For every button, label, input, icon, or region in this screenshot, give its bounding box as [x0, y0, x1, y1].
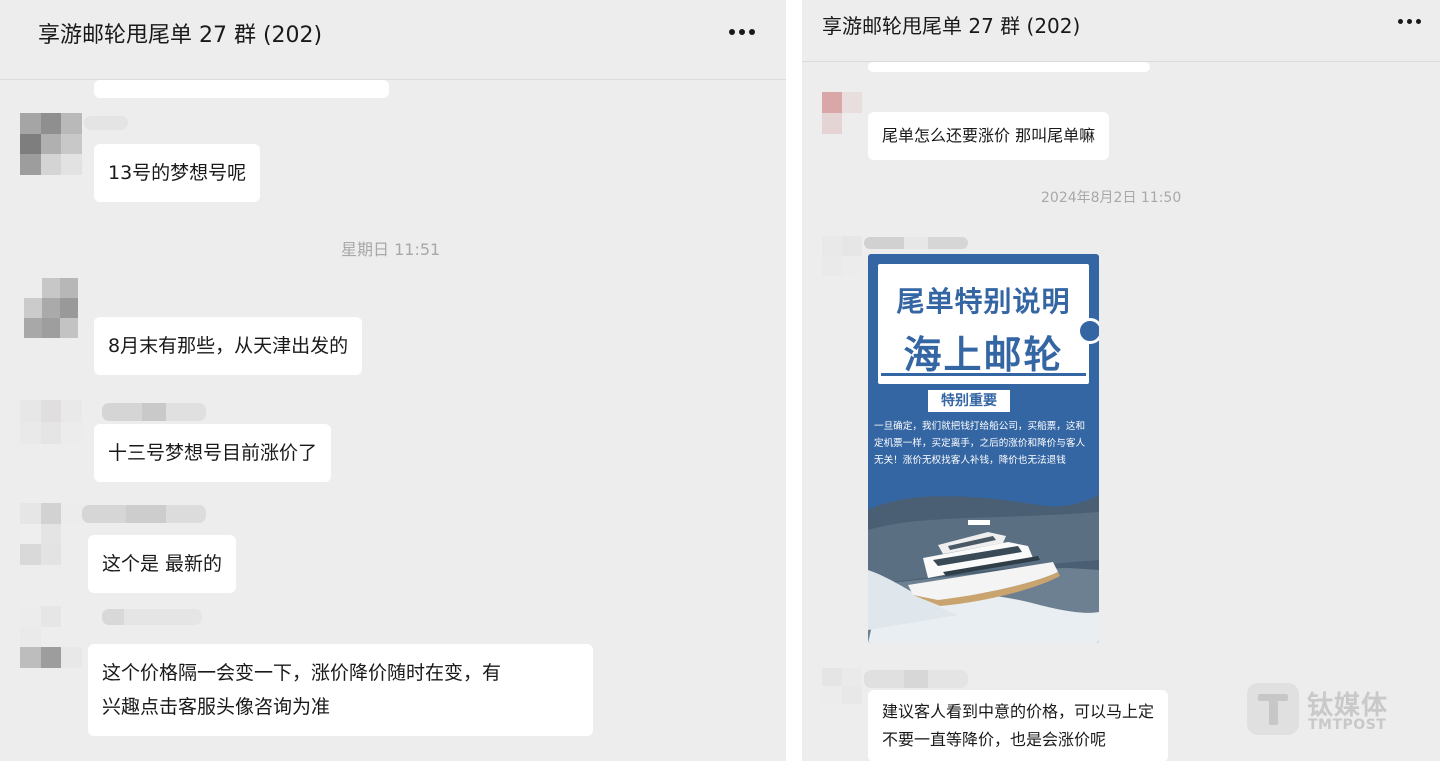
sender-name [82, 505, 206, 523]
poster-decoration-dot [1077, 318, 1099, 344]
more-options-icon[interactable] [729, 29, 755, 35]
avatar [20, 503, 82, 565]
poster-title-line1: 尾单特别说明 [896, 285, 1071, 318]
avatar [20, 400, 82, 444]
avatar [20, 113, 82, 175]
message-bubble: 建议客人看到中意的价格，可以马上定 不要一直等降价，也是会涨价呢 [868, 690, 1169, 761]
message-text: 十三号梦想号目前涨价了 [108, 442, 318, 464]
watermark-name-en: TMTPOST [1308, 717, 1387, 733]
poster-badge: 特别重要 [928, 390, 1010, 412]
message-text: 这个是 最新的 [102, 553, 223, 575]
message-bubble: 这个是 最新的 [88, 535, 237, 593]
chat-title: 享游邮轮甩尾单 27 群 (202) [38, 23, 323, 48]
poster-title-line2: 海上邮轮 [903, 333, 1064, 377]
message-text-line: 兴趣点击客服头像咨询为准 [102, 696, 331, 718]
more-options-icon[interactable] [1398, 19, 1421, 24]
message-text: 尾单怎么还要涨价 那叫尾单嘛 [882, 126, 1096, 145]
avatar [822, 668, 862, 704]
avatar [24, 278, 78, 338]
chat-timestamp: 星期日 11:51 [341, 240, 441, 259]
message-text-line: 不要一直等降价，也是会涨价呢 [882, 730, 1107, 749]
tmtpost-watermark: 钛媒体 TMTPOST [1247, 683, 1407, 735]
right-chat-screenshot: 享游邮轮甩尾单 27 群 (202) 尾单怎么还要涨价 那叫尾单嘛 2024年8… [802, 0, 1440, 761]
message-bubble: 尾单怎么还要涨价 那叫尾单嘛 [868, 112, 1110, 160]
yacht-image [868, 490, 1099, 643]
avatar [20, 606, 82, 668]
message-bubble: 这个价格隔一会变一下，涨价降价随时在变，有 兴趣点击客服头像咨询为准 [88, 644, 593, 736]
sender-name [864, 237, 968, 249]
message-text: 8月末有那些，从天津出发的 [108, 335, 349, 357]
sender-name [102, 403, 206, 421]
chat-header: 享游邮轮甩尾单 27 群 (202) [802, 0, 1440, 62]
message-bubble: 13号的梦想号呢 [94, 144, 261, 202]
poster-divider [881, 373, 1086, 376]
chat-timestamp: 2024年8月2日 11:50 [1041, 190, 1182, 206]
tmtpost-logo-icon [1247, 683, 1299, 735]
message-bubble: 十三号梦想号目前涨价了 [94, 424, 332, 482]
message-bubble: 8月末有那些，从天津出发的 [94, 317, 363, 375]
left-chat-screenshot: 享游邮轮甩尾单 27 群 (202) 13号的梦想号呢 星期日 11:51 8月… [0, 0, 786, 761]
poster-body-text: 一旦确定，我们就把钱打给船公司，买船票，这和定机票一样，买定离手，之后的涨价和降… [874, 421, 1086, 466]
image-message-poster[interactable]: 尾单特别说明 海上邮轮 特别重要 一旦确定，我们就把钱打给船公司，买船票，这和定… [868, 254, 1099, 643]
avatar [822, 92, 862, 134]
sender-name [102, 609, 202, 625]
sender-name [864, 670, 968, 688]
message-bubble-partial [94, 80, 389, 98]
avatar [822, 236, 862, 276]
message-text-line: 建议客人看到中意的价格，可以马上定 [882, 702, 1155, 721]
message-text: 13号的梦想号呢 [108, 162, 247, 184]
poster-title-box: 尾单特别说明 海上邮轮 [878, 264, 1099, 384]
chat-header: 享游邮轮甩尾单 27 群 (202) [0, 0, 786, 80]
message-bubble-partial [868, 62, 1150, 72]
chat-title: 享游邮轮甩尾单 27 群 (202) [822, 14, 1081, 38]
sender-name [84, 116, 128, 130]
message-text-line: 这个价格隔一会变一下，涨价降价随时在变，有 [102, 662, 502, 684]
